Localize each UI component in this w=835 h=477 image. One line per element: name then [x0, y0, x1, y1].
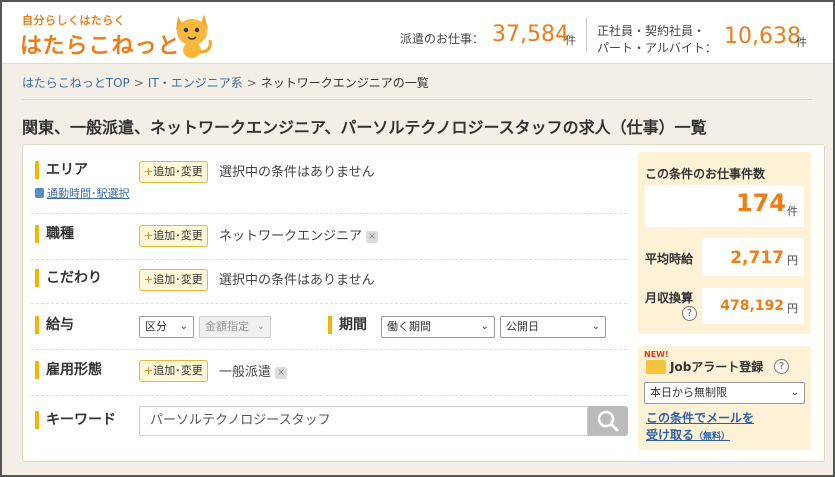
site-header: 自分らしくはたらく はたらこねっと 派遣のお仕事： 37,584 件 正社員・契… [2, 2, 833, 64]
fulltime-jobs-count: 10,638 [724, 24, 801, 49]
header-divider [586, 18, 587, 52]
help-icon[interactable]: ? [682, 306, 697, 321]
remove-icon[interactable]: × [366, 230, 379, 243]
free-label: （無料） [694, 432, 731, 442]
job-count-title: この条件のお仕事件数 [645, 167, 766, 181]
job-type-add-button[interactable]: +追加･変更 [139, 225, 208, 247]
avg-hourly-wage-box: 2,717 円 [702, 238, 804, 276]
preference-add-button-label: 追加･変更 [153, 273, 203, 286]
email-alert-link[interactable]: この条件でメールを [646, 409, 754, 426]
employment-type-label: 雇用形態 [35, 361, 102, 379]
search-button[interactable] [588, 406, 628, 436]
breadcrumb-separator: > [133, 76, 144, 90]
publish-date-select-value: 公開日 [506, 320, 539, 333]
job-alert-title: Jobアラート登録 [670, 360, 764, 374]
preference-add-button[interactable]: +追加･変更 [139, 269, 208, 291]
chevron-down-icon: ⌄ [480, 321, 489, 332]
period-label: 期間 [328, 316, 367, 334]
area-add-button[interactable]: +追加･変更 [139, 161, 208, 183]
salary-type-select[interactable]: 区分 ⌄ [139, 316, 194, 338]
breadcrumb-separator: > [246, 76, 257, 90]
alert-period-select[interactable]: 本日から無制限 ⌄ [644, 382, 805, 404]
chevron-down-icon: ⌄ [790, 387, 799, 398]
chevron-down-icon: ⌄ [179, 321, 188, 332]
employment-value: 一般派遣 × [219, 361, 288, 380]
dispatch-jobs-count: 37,584 [492, 22, 569, 47]
preference-label: こだわり [35, 269, 102, 287]
work-period-select-value: 働く期間 [387, 320, 431, 333]
employment-add-button-label: 追加･変更 [153, 364, 203, 377]
monthly-income-box: 478,192 円 [702, 288, 804, 324]
chevron-down-icon: ⌄ [256, 321, 265, 332]
row-divider [31, 303, 627, 304]
row-divider [31, 213, 627, 214]
breadcrumb-current: ネットワークエンジニアの一覧 [260, 76, 429, 90]
site-logo[interactable]: はたらこねっと [20, 28, 181, 60]
job-count-box: 174 件 [645, 185, 804, 227]
mail-icon [646, 360, 666, 374]
page-title: 関東、一般派遣、ネットワークエンジニア、パーソルテクノロジースタッフの求人（仕事… [22, 118, 707, 137]
new-badge: NEW! [644, 350, 669, 359]
plus-icon: + [144, 273, 154, 286]
dispatch-jobs-unit: 件 [565, 34, 576, 47]
breadcrumb-top-link[interactable]: はたらこねっとTOP [22, 76, 130, 90]
job-type-value: ネットワークエンジニア × [219, 225, 379, 244]
breadcrumb-it-link[interactable]: IT・エンジニア系 [148, 76, 243, 90]
fulltime-jobs-label-line2: パート・アルバイト： [597, 41, 717, 55]
plus-icon: + [144, 229, 154, 242]
plus-icon: + [144, 364, 154, 377]
job-count-summary: この条件のお仕事件数 174 件 平均時給 2,717 円 月収換算 ? 478… [638, 152, 811, 334]
help-icon[interactable]: ? [774, 359, 789, 374]
keyword-input[interactable]: パーソルテクノロジースタッフ [139, 406, 588, 436]
alert-period-select-value: 本日から無制限 [650, 386, 727, 399]
dispatch-jobs-label: 派遣のお仕事： [400, 32, 485, 46]
employment-add-button[interactable]: +追加･変更 [139, 360, 208, 382]
fulltime-jobs-label-line1: 正社員・契約社員・ [597, 24, 706, 38]
avg-hourly-wage-unit: 円 [787, 254, 798, 267]
email-alert-link-text: 受け取る [646, 428, 695, 442]
publish-date-select[interactable]: 公開日 ⌄ [500, 316, 606, 338]
row-divider [31, 349, 627, 350]
commute-station-link[interactable]: 通勤時間･駅選択 [35, 185, 130, 201]
row-divider [31, 259, 627, 260]
commute-station-link-text: 通勤時間･駅選択 [47, 187, 130, 200]
avg-hourly-wage-label: 平均時給 [645, 252, 694, 266]
area-label: エリア [35, 161, 88, 179]
avg-hourly-wage-value: 2,717 [730, 248, 784, 268]
section-divider [22, 99, 812, 100]
fulltime-jobs-unit: 件 [796, 36, 807, 49]
email-alert-link-line2[interactable]: 受け取る（無料） [646, 426, 730, 443]
keyword-label: キーワード [35, 411, 116, 429]
salary-type-select-value: 区分 [145, 320, 167, 333]
breadcrumb: はたらこねっとTOP > IT・エンジニア系 > ネットワークエンジニアの一覧 [22, 74, 429, 91]
area-add-button-label: 追加･変更 [153, 165, 203, 178]
monthly-income-unit: 円 [787, 302, 798, 315]
salary-label: 給与 [35, 316, 74, 334]
monthly-income-value: 478,192 [720, 298, 784, 314]
job-count-unit: 件 [787, 205, 798, 218]
remove-icon[interactable]: × [275, 366, 288, 379]
logo-tagline: 自分らしくはたらく [22, 14, 126, 27]
monthly-income-label: 月収換算 [645, 291, 694, 305]
job-type-label: 職種 [35, 225, 74, 243]
train-icon [35, 188, 44, 198]
cat-mascot-icon [176, 14, 212, 58]
preference-value: 選択中の条件はありません [219, 273, 375, 288]
job-count-value: 174 [735, 189, 786, 217]
job-type-value-text: ネットワークエンジニア [219, 229, 363, 244]
plus-icon: + [144, 165, 154, 178]
chevron-down-icon: ⌄ [591, 321, 600, 332]
row-divider [31, 395, 627, 396]
job-alert-panel: NEW! Jobアラート登録 ? 本日から無制限 ⌄ この条件でメールを 受け取る… [638, 346, 811, 450]
salary-amount-select: 金額指定 ⌄ [199, 316, 271, 338]
employment-value-text: 一般派遣 [219, 365, 272, 380]
salary-amount-select-value: 金額指定 [205, 320, 249, 333]
search-icon [597, 410, 619, 432]
area-value: 選択中の条件はありません [219, 165, 375, 180]
work-period-select[interactable]: 働く期間 ⌄ [381, 316, 495, 338]
job-type-add-button-label: 追加･変更 [153, 229, 203, 242]
